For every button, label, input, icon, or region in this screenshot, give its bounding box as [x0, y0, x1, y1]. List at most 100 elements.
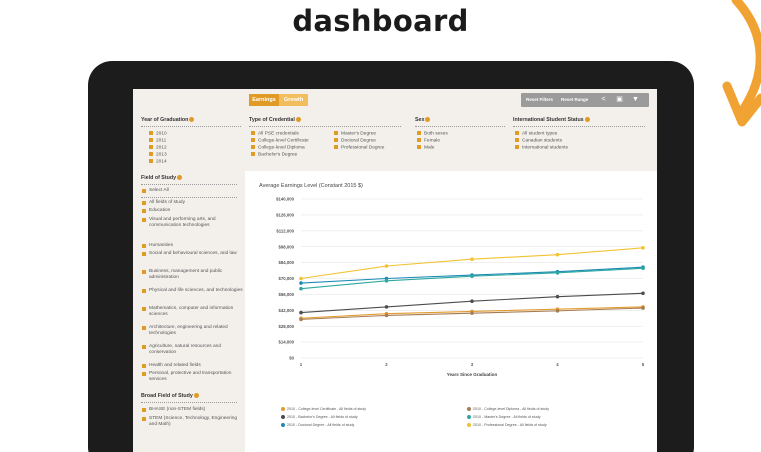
- data-point: [470, 311, 474, 315]
- data-point: [384, 305, 389, 309]
- data-point: [641, 246, 645, 250]
- status-filter-heading: International Student Status: [513, 117, 590, 123]
- legend-item[interactable]: 2010 - College-level Certificate - All f…: [281, 407, 366, 412]
- checkbox-icon: [142, 345, 146, 349]
- sex-option[interactable]: Both sexes: [417, 131, 448, 137]
- reset-range-button[interactable]: Reset Range: [561, 93, 588, 107]
- data-point: [555, 252, 560, 257]
- sidebar-item[interactable]: Education: [142, 208, 245, 214]
- sex-filter-heading: Sex: [415, 117, 431, 123]
- sidebar-item[interactable]: Social and behavioural sciences, and law: [142, 251, 245, 257]
- status-option[interactable]: International students: [515, 145, 568, 151]
- year-filter-heading: Year of Graduation: [141, 117, 195, 123]
- x-tick-label: 5: [642, 362, 645, 367]
- credential-option[interactable]: Master's Degree: [334, 131, 376, 137]
- legend-item[interactable]: 2010 - College-level Diploma - All field…: [467, 407, 549, 412]
- legend-marker-icon: [467, 415, 471, 420]
- sidebar-item[interactable]: Mathematics, computer and information sc…: [142, 306, 245, 319]
- info-icon[interactable]: [425, 117, 431, 123]
- info-icon[interactable]: [193, 393, 199, 399]
- legend-label: 2010 - College-level Diploma - All field…: [473, 407, 550, 411]
- data-point: [299, 310, 303, 315]
- checkbox-icon: [417, 131, 421, 135]
- credential-option[interactable]: Bachelor's Degree: [251, 152, 297, 158]
- y-tick-label: $140,000: [276, 197, 295, 202]
- data-point: [384, 313, 389, 318]
- status-option[interactable]: All student types: [515, 131, 557, 137]
- checkbox-icon: [417, 145, 421, 149]
- x-tick-label: 4: [556, 362, 559, 367]
- checkbox-icon: [142, 289, 146, 293]
- checkbox-icon: [251, 131, 255, 135]
- sidebar-item[interactable]: Business, management and public administ…: [142, 269, 245, 282]
- checkbox-icon: [142, 408, 146, 412]
- credential-option[interactable]: College-level Diploma: [251, 145, 305, 151]
- year-option[interactable]: 2011: [149, 138, 166, 144]
- checkbox-icon: [142, 372, 146, 376]
- hero-title: dashboard: [292, 4, 469, 38]
- year-option[interactable]: 2014: [149, 159, 167, 165]
- sidebar-item[interactable]: STEM (Science, Technology, Engineering a…: [142, 416, 245, 429]
- credential-option[interactable]: Professional Degree: [334, 145, 384, 151]
- year-option[interactable]: 2012: [149, 145, 167, 151]
- info-icon[interactable]: [295, 117, 301, 123]
- x-axis-label: Years Since Graduation: [447, 372, 498, 377]
- sidebar-item[interactable]: BHASE (non-STEM fields): [142, 407, 245, 413]
- credential-option[interactable]: All PSE credentials: [251, 131, 299, 137]
- data-point: [641, 266, 645, 271]
- sex-option[interactable]: Male: [417, 145, 434, 151]
- credential-option[interactable]: Doctoral Degree: [334, 138, 376, 144]
- sidebar-item[interactable]: Visual and performing arts, and communic…: [142, 217, 245, 230]
- sidebar-item[interactable]: Physical and life sciences, and technolo…: [142, 288, 245, 294]
- checkbox-icon: [142, 417, 146, 421]
- sidebar-item[interactable]: All fields of study: [142, 200, 245, 206]
- laptop-frame: Earnings Growth Reset Filters Reset Rang…: [88, 61, 694, 452]
- legend-marker-icon: [467, 407, 471, 412]
- toolbar: Earnings Growth Reset Filters Reset Rang…: [133, 89, 657, 109]
- print-icon[interactable]: ▣: [615, 93, 624, 107]
- data-point: [470, 257, 474, 261]
- legend-item[interactable]: 2010 - Bachelor's Degree - All fields of…: [281, 415, 358, 420]
- checkbox-icon: [515, 145, 519, 149]
- info-icon[interactable]: [177, 175, 183, 181]
- y-tick-label: $56,000: [278, 292, 294, 297]
- sidebar-item[interactable]: Personal, protective and transportation …: [142, 371, 245, 384]
- legend-item[interactable]: 2010 - Doctoral Degree - All fields of s…: [281, 423, 354, 428]
- sidebar-item[interactable]: Select All: [142, 188, 245, 194]
- credential-option[interactable]: College-level Certificate: [251, 138, 309, 144]
- data-point: [299, 317, 303, 322]
- data-point: [384, 264, 389, 268]
- legend-item[interactable]: 2010 - Master's Degree - All fields of s…: [467, 415, 540, 420]
- checkbox-icon: [251, 145, 255, 149]
- sex-option[interactable]: Female: [417, 138, 440, 144]
- y-tick-label: $28,000: [278, 324, 294, 329]
- year-option[interactable]: 2010: [149, 131, 167, 137]
- info-icon[interactable]: [584, 117, 590, 123]
- y-tick-label: $70,000: [278, 276, 294, 281]
- tab-growth[interactable]: Growth: [279, 94, 308, 106]
- status-option[interactable]: Canadian students: [515, 138, 562, 144]
- checkbox-icon: [149, 138, 153, 142]
- download-icon[interactable]: ▼: [631, 93, 640, 107]
- checkbox-icon: [334, 131, 338, 135]
- data-point: [555, 294, 560, 299]
- checkbox-icon: [149, 131, 153, 135]
- checkbox-icon: [417, 138, 421, 142]
- legend-label: 2010 - Professional Degree - All fields …: [473, 423, 547, 427]
- legend-item[interactable]: 2010 - Professional Degree - All fields …: [467, 423, 547, 428]
- checkbox-icon: [142, 364, 146, 368]
- sidebar-item[interactable]: Humanities: [142, 243, 245, 249]
- checkbox-icon: [251, 152, 255, 156]
- x-tick-label: 1: [300, 362, 303, 367]
- sidebar-item[interactable]: Agriculture, natural resources and conse…: [142, 344, 245, 357]
- info-icon[interactable]: [189, 117, 195, 123]
- sidebar-item[interactable]: Health and related fields: [142, 363, 245, 369]
- share-icon[interactable]: <: [599, 93, 608, 107]
- data-point: [299, 276, 303, 281]
- year-option[interactable]: 2013: [149, 152, 167, 158]
- legend-marker-icon: [467, 423, 471, 428]
- tab-earnings[interactable]: Earnings: [249, 94, 279, 106]
- sidebar-item[interactable]: Architecture, engineering and related te…: [142, 325, 245, 338]
- reset-filters-button[interactable]: Reset Filters: [526, 93, 553, 107]
- data-point: [470, 299, 474, 304]
